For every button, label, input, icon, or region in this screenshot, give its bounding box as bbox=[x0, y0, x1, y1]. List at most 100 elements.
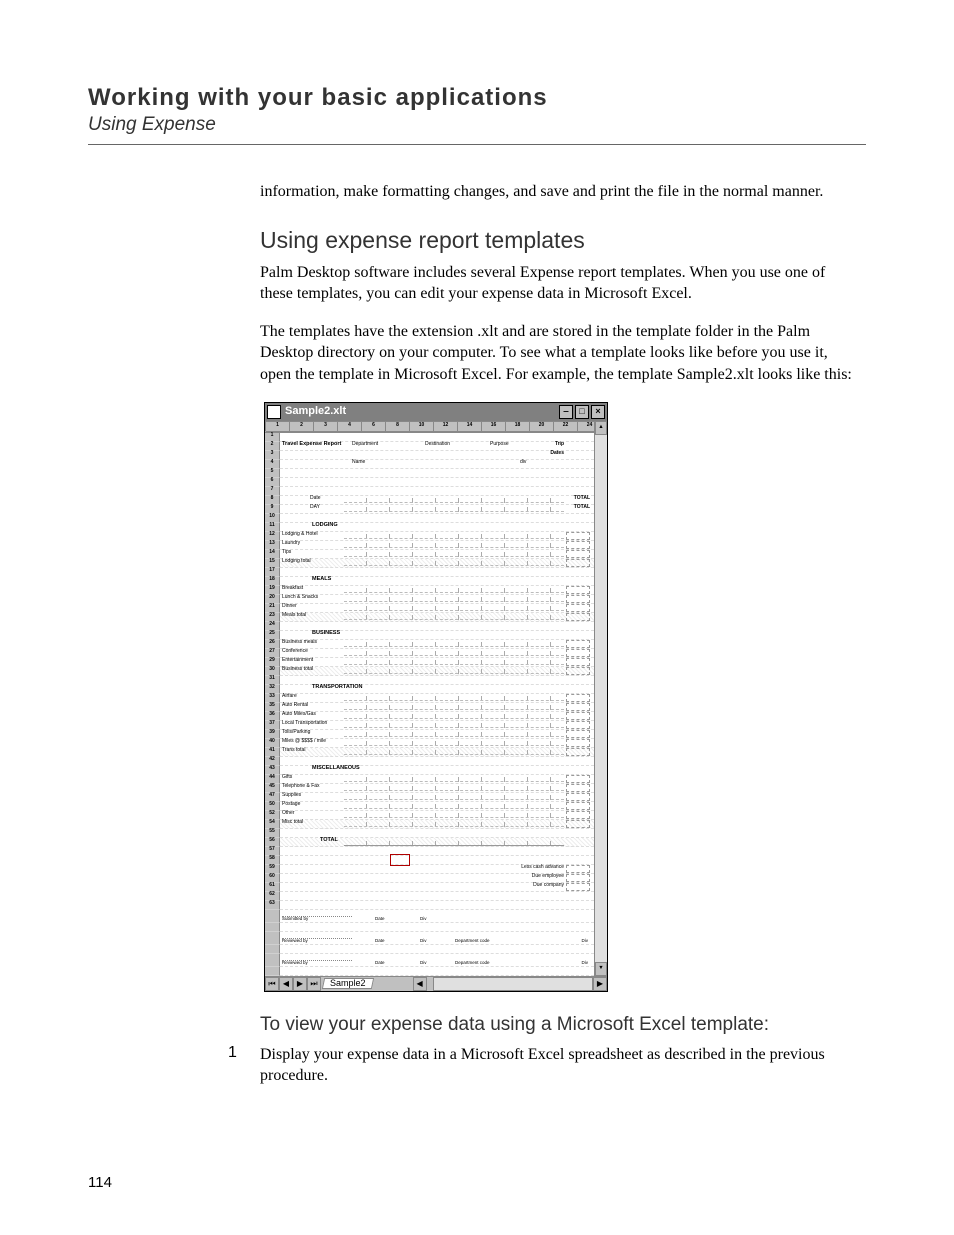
row-cells[interactable]: Tolls/Parking bbox=[280, 730, 594, 739]
section-lodging-title: LODGING bbox=[312, 523, 338, 529]
row-cells[interactable]: Local Transportation bbox=[280, 721, 594, 730]
row-cells[interactable] bbox=[280, 847, 594, 856]
tab-prev-button[interactable]: ◀ bbox=[279, 977, 293, 991]
row-header[interactable] bbox=[265, 932, 280, 945]
row-cells[interactable]: Auto Rental bbox=[280, 703, 594, 712]
row-cells[interactable] bbox=[280, 892, 594, 901]
row-cells[interactable]: Auto Miles/Gas bbox=[280, 712, 594, 721]
row-cells[interactable]: Postage bbox=[280, 802, 594, 811]
column-header[interactable]: 6 bbox=[362, 421, 386, 432]
tab-first-button[interactable]: ⏮ bbox=[265, 977, 279, 991]
column-header[interactable]: 3 bbox=[314, 421, 338, 432]
sheet-tab[interactable]: Sample2 bbox=[322, 978, 374, 989]
row-cells[interactable]: TRANSPORTATION bbox=[280, 685, 594, 694]
row-label: Lunch & Snacks bbox=[282, 595, 318, 600]
tab-next-button[interactable]: ▶ bbox=[293, 977, 307, 991]
page-header-subtitle: Using Expense bbox=[88, 114, 866, 136]
excel-window: Sample2.xlt ‒ □ × 1234681012141618202224… bbox=[264, 402, 608, 992]
row-cells[interactable]: Gifts bbox=[280, 775, 594, 784]
tab-last-button[interactable]: ⏭ bbox=[307, 977, 321, 991]
vertical-scrollbar[interactable]: ▲ ▼ bbox=[594, 421, 607, 976]
row-cells[interactable]: Misc total bbox=[280, 820, 594, 829]
maximize-button[interactable]: □ bbox=[575, 405, 589, 419]
column-header[interactable]: 14 bbox=[458, 421, 482, 432]
row-cells[interactable]: MISCELLANEOUS bbox=[280, 766, 594, 775]
column-header[interactable]: 2 bbox=[290, 421, 314, 432]
row-cells[interactable] bbox=[280, 478, 594, 487]
row-cells[interactable]: DAYTOTAL bbox=[280, 505, 594, 514]
row-cells[interactable]: Business meals bbox=[280, 640, 594, 649]
column-header[interactable]: 10 bbox=[410, 421, 434, 432]
row-cells[interactable]: Airfare bbox=[280, 694, 594, 703]
field-destination: Destination bbox=[425, 442, 450, 447]
row-cells[interactable]: Trans total bbox=[280, 748, 594, 757]
row-label: Meals total bbox=[282, 613, 306, 618]
row-header[interactable] bbox=[265, 945, 280, 954]
column-header[interactable]: 24 bbox=[578, 421, 594, 432]
row-cells[interactable]: BUSINESS bbox=[280, 631, 594, 640]
spreadsheet-area[interactable]: 123468101214161820222425 12Travel Expens… bbox=[265, 421, 594, 976]
row-label: Miles @ $$$$ / mile bbox=[282, 739, 326, 744]
summary-label: Due employee bbox=[532, 874, 564, 879]
row-cells[interactable]: Namediv bbox=[280, 460, 594, 469]
horizontal-scrollbar[interactable] bbox=[433, 977, 593, 991]
row-cells[interactable]: Submitted byDateDiv bbox=[280, 910, 594, 923]
column-header[interactable]: 20 bbox=[530, 421, 554, 432]
row-cells[interactable] bbox=[280, 945, 594, 954]
column-header[interactable]: 12 bbox=[434, 421, 458, 432]
row-label: Other bbox=[282, 811, 295, 816]
row-cells[interactable]: LODGING bbox=[280, 523, 594, 532]
row-label: Supplies bbox=[282, 793, 301, 798]
row-cells[interactable]: Lodging & Hotel bbox=[280, 532, 594, 541]
row-cells[interactable]: Telephone & Fax bbox=[280, 784, 594, 793]
row-cells[interactable]: Reviewed byDateDivDepartment codeDiv bbox=[280, 932, 594, 945]
row-cells[interactable]: Due company bbox=[280, 883, 594, 892]
row-cells[interactable] bbox=[280, 923, 594, 932]
row-cells[interactable]: Business total bbox=[280, 667, 594, 676]
row-cells[interactable]: MEALS bbox=[280, 577, 594, 586]
row-header[interactable] bbox=[265, 954, 280, 967]
row-cells[interactable]: Miles @ $$$$ / mile bbox=[280, 739, 594, 748]
row-cells[interactable] bbox=[280, 469, 594, 478]
minimize-button[interactable]: ‒ bbox=[559, 405, 573, 419]
column-header[interactable]: 16 bbox=[482, 421, 506, 432]
row-header[interactable]: 63 bbox=[265, 901, 280, 910]
paragraph-1: Palm Desktop software includes several E… bbox=[260, 262, 858, 305]
column-header[interactable]: 1 bbox=[266, 421, 290, 432]
row-cells[interactable]: TOTAL bbox=[280, 838, 594, 847]
row-cells[interactable]: Lunch & Snacks bbox=[280, 595, 594, 604]
row-cells[interactable]: Meals total bbox=[280, 613, 594, 622]
column-header[interactable]: 8 bbox=[386, 421, 410, 432]
row-cells[interactable]: Reviewed byDateDivDepartment codeDiv bbox=[280, 954, 594, 967]
column-header[interactable]: 18 bbox=[506, 421, 530, 432]
row-cells[interactable] bbox=[280, 487, 594, 496]
row-cells[interactable]: Lodging total bbox=[280, 559, 594, 568]
close-button[interactable]: × bbox=[591, 405, 605, 419]
scroll-down-arrow[interactable]: ▼ bbox=[595, 962, 607, 976]
row-cells[interactable]: Other bbox=[280, 811, 594, 820]
row-header[interactable] bbox=[265, 910, 280, 923]
row-label: Lodging total bbox=[282, 559, 311, 564]
row-cells[interactable]: Supplies bbox=[280, 793, 594, 802]
hscroll-right-button[interactable]: ▶ bbox=[593, 977, 607, 991]
scroll-up-arrow[interactable]: ▲ bbox=[595, 421, 607, 435]
row-cells[interactable] bbox=[280, 901, 594, 910]
row-cells[interactable]: Breakfast bbox=[280, 586, 594, 595]
row-label: Business total bbox=[282, 667, 313, 672]
row-cells[interactable]: Dates bbox=[280, 451, 594, 460]
excel-titlebar[interactable]: Sample2.xlt ‒ □ × bbox=[265, 403, 607, 421]
row-cells[interactable]: Tips bbox=[280, 550, 594, 559]
column-header[interactable]: 4 bbox=[338, 421, 362, 432]
row-cells[interactable]: Travel Expense ReportDepartmentDestinati… bbox=[280, 442, 594, 451]
row-cells[interactable]: Laundry bbox=[280, 541, 594, 550]
row-cells[interactable] bbox=[280, 967, 594, 976]
row-cells[interactable]: Entertainment bbox=[280, 658, 594, 667]
row-cells[interactable]: DateTOTAL bbox=[280, 496, 594, 505]
column-header[interactable]: 22 bbox=[554, 421, 578, 432]
row-header[interactable] bbox=[265, 967, 280, 976]
row-cells[interactable]: Dinner bbox=[280, 604, 594, 613]
row-header[interactable] bbox=[265, 923, 280, 932]
row-cells[interactable]: Conference bbox=[280, 649, 594, 658]
hscroll-left-button[interactable]: ◀ bbox=[413, 977, 427, 991]
row-label: Gifts bbox=[282, 775, 292, 780]
